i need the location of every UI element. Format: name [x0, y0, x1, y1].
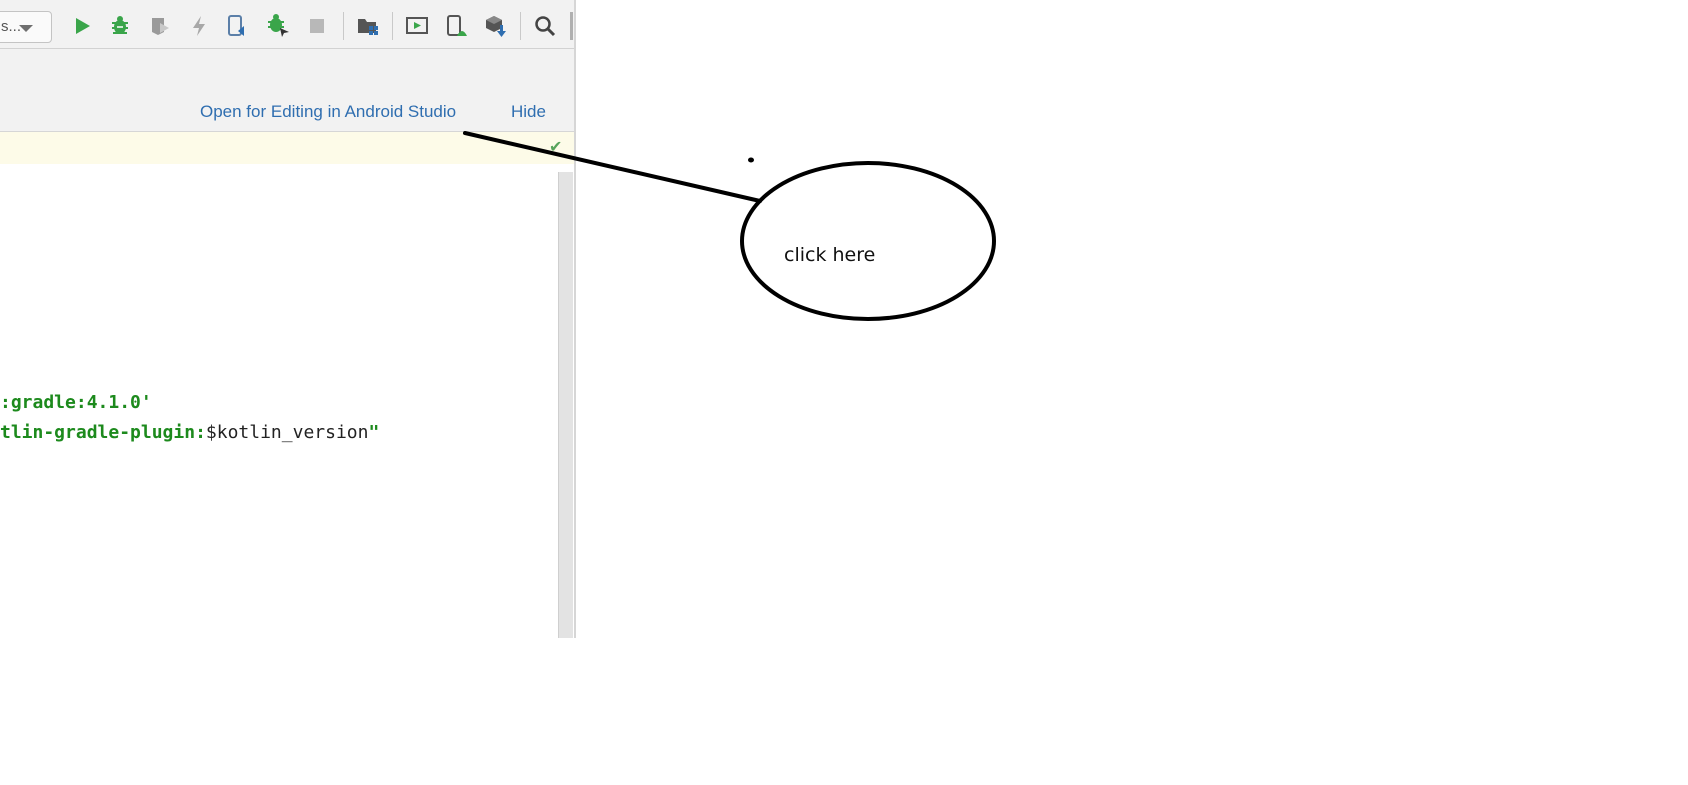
code-string-end: "	[368, 422, 380, 443]
ink-dot	[748, 157, 754, 163]
run-configuration-label: s...	[1, 18, 22, 35]
code-line: tlin-gradle-plugin:$kotlin_version"	[0, 422, 379, 443]
toolbar-overflow-edge	[570, 12, 573, 40]
no-problems-check-icon: ✔	[549, 139, 563, 156]
debug-button[interactable]	[108, 14, 132, 38]
project-structure-icon	[358, 19, 378, 35]
callout-label: click here	[784, 244, 876, 266]
run-icon	[76, 18, 90, 34]
hide-notification-link[interactable]: Hide	[511, 102, 546, 122]
code-variable: $kotlin_version	[205, 422, 369, 443]
editor-scrollbar[interactable]	[558, 172, 573, 638]
apply-changes-button[interactable]	[187, 14, 211, 38]
attach-debugger-icon	[268, 14, 289, 37]
sdk-manager-icon	[486, 16, 506, 37]
attach-debugger-button[interactable]	[266, 14, 290, 38]
search-everywhere-button[interactable]	[533, 14, 557, 38]
coverage-icon	[152, 18, 169, 35]
apply-code-changes-button[interactable]	[225, 14, 249, 38]
project-structure-button[interactable]	[356, 14, 380, 38]
coverage-button[interactable]	[148, 14, 172, 38]
toolbar-separator	[343, 12, 344, 40]
navigation-bar	[0, 49, 574, 92]
stop-icon	[310, 19, 324, 33]
code-line: :gradle:4.1.0'	[0, 392, 152, 413]
stop-button[interactable]	[305, 14, 329, 38]
debug-icon	[112, 16, 128, 34]
run-configuration-combo[interactable]: s...	[0, 11, 52, 43]
apply-code-changes-icon	[228, 15, 244, 36]
toolbar-separator	[392, 12, 393, 40]
callout-ellipse	[740, 161, 996, 321]
apply-changes-icon	[193, 16, 205, 36]
device-manager-icon	[447, 15, 467, 36]
avd-manager-button[interactable]	[405, 14, 429, 38]
editor-notification-panel: Open for Editing in Android Studio Hide	[0, 91, 574, 132]
code-editor[interactable]: :gradle:4.1.0' tlin-gradle-plugin:$kotli…	[0, 164, 556, 638]
sdk-manager-button[interactable]	[484, 14, 508, 38]
code-string: tlin-gradle-plugin:	[0, 422, 206, 443]
editor-top-strip: ✔	[0, 132, 574, 164]
android-studio-window: s... Open for Editing in Android Studio …	[0, 0, 576, 638]
search-icon	[535, 16, 556, 37]
avd-manager-icon	[406, 17, 428, 34]
code-string: :gradle:4.1.0'	[0, 392, 152, 413]
open-for-editing-link[interactable]: Open for Editing in Android Studio	[200, 102, 456, 122]
chevron-down-icon	[19, 25, 33, 32]
device-manager-button[interactable]	[445, 14, 469, 38]
run-button[interactable]	[70, 14, 94, 38]
toolbar-separator	[520, 12, 521, 40]
main-toolbar: s...	[0, 0, 574, 49]
